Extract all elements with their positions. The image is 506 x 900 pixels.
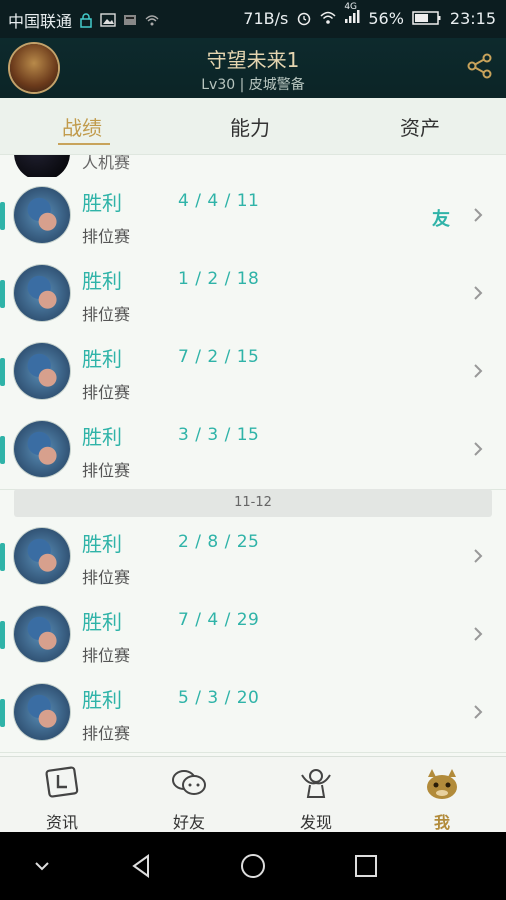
- tab-assets[interactable]: 资产: [400, 112, 440, 141]
- champion-avatar: [14, 606, 70, 662]
- nav-news[interactable]: 资讯: [22, 763, 102, 833]
- nav-me[interactable]: 我: [402, 763, 482, 833]
- news-icon: [45, 766, 79, 798]
- champion-avatar: [14, 187, 70, 243]
- champion-avatar: [14, 265, 70, 321]
- battery-percent: 56%: [368, 8, 404, 28]
- friend-badge: 友: [432, 209, 450, 230]
- profile-name: 守望未来1: [206, 48, 300, 72]
- match-result: 胜利: [82, 425, 122, 449]
- match-row[interactable]: 胜利 5 / 3 / 20 排位赛: [0, 674, 506, 753]
- net-speed: 71B/s: [243, 8, 289, 28]
- match-list[interactable]: 人机赛 胜利 4 / 4 / 11 排位赛 友 胜利 1 / 2 / 18 排位…: [0, 155, 506, 755]
- battery-icon: [412, 11, 441, 25]
- match-row[interactable]: 胜利 2 / 8 / 25 排位赛: [0, 518, 506, 597]
- profile-tabs: 战绩 能力 资产: [0, 98, 506, 155]
- home-icon[interactable]: [239, 852, 267, 880]
- match-mode: 排位赛: [82, 461, 131, 480]
- nav-discover[interactable]: 发现: [276, 763, 356, 833]
- profile-header: 守望未来1 Lv30 | 皮城警备: [0, 38, 506, 98]
- match-kda: 4 / 4 / 11: [178, 191, 260, 211]
- back-icon[interactable]: [128, 852, 156, 880]
- network-type: 4G: [344, 2, 358, 12]
- match-kda: 1 / 2 / 18: [178, 269, 260, 289]
- list-item-partial[interactable]: 人机赛: [0, 155, 506, 181]
- nav-discover-label: 发现: [299, 813, 332, 832]
- match-mode: 人机赛: [82, 155, 131, 172]
- bottom-navigation: 资讯 好友 发现 我: [0, 756, 506, 833]
- nav-news-label: 资讯: [45, 813, 78, 832]
- date-separator: 11-12: [14, 489, 492, 517]
- tab-ability[interactable]: 能力: [230, 112, 270, 141]
- match-result: 胜利: [82, 532, 122, 556]
- match-result: 胜利: [82, 688, 122, 712]
- chevron-right-icon: [474, 627, 483, 641]
- profile-level-rank: Lv30 | 皮城警备: [201, 77, 305, 93]
- champion-avatar: [14, 684, 70, 740]
- nav-friends-label: 好友: [172, 813, 205, 832]
- carrier-label: 中国联通: [8, 12, 73, 31]
- match-kda: 3 / 3 / 15: [178, 425, 260, 445]
- lock-icon: [80, 13, 92, 28]
- chevron-down-icon[interactable]: [32, 858, 52, 874]
- chevron-right-icon: [474, 364, 483, 378]
- app-icon: [124, 15, 137, 25]
- match-row[interactable]: 胜利 3 / 3 / 15 排位赛: [0, 411, 506, 490]
- match-row[interactable]: 胜利 7 / 4 / 29 排位赛: [0, 596, 506, 675]
- chevron-right-icon: [474, 549, 483, 563]
- chevron-right-icon: [474, 208, 483, 222]
- clock: 23:15: [449, 8, 496, 28]
- win-indicator: [0, 202, 5, 230]
- nav-friends[interactable]: 好友: [149, 763, 229, 833]
- system-navigation-bar: [0, 832, 506, 900]
- compass-mascot-icon: [301, 769, 331, 798]
- match-mode: 排位赛: [82, 568, 131, 587]
- chevron-right-icon: [474, 705, 483, 719]
- image-icon: [100, 13, 116, 27]
- match-result: 胜利: [82, 610, 122, 634]
- champion-avatar: [14, 343, 70, 399]
- match-row[interactable]: 胜利 7 / 2 / 15 排位赛: [0, 333, 506, 412]
- chat-bubbles-icon: [172, 770, 206, 795]
- match-result: 胜利: [82, 269, 122, 293]
- match-mode: 排位赛: [82, 227, 131, 246]
- match-mode: 排位赛: [82, 383, 131, 402]
- match-mode: 排位赛: [82, 646, 131, 665]
- status-bar: 中国联通 71B/s 4G 56% 23:15: [0, 0, 506, 38]
- match-mode: 排位赛: [82, 305, 131, 324]
- recent-apps-icon[interactable]: [352, 852, 380, 880]
- tab-record[interactable]: 战绩: [62, 112, 102, 141]
- match-mode: 排位赛: [82, 724, 131, 743]
- chevron-right-icon: [474, 286, 483, 300]
- active-tab-indicator: [58, 139, 110, 145]
- match-result: 胜利: [82, 191, 122, 215]
- win-indicator: [0, 280, 5, 308]
- match-result: 胜利: [82, 347, 122, 371]
- match-kda: 2 / 8 / 25: [178, 532, 260, 552]
- wifi-icon: [320, 11, 336, 24]
- alarm-icon: [298, 12, 311, 26]
- win-indicator: [0, 436, 5, 464]
- match-kda: 5 / 3 / 20: [178, 688, 260, 708]
- nav-me-label: 我: [433, 813, 450, 832]
- champion-avatar: [14, 421, 70, 477]
- match-kda: 7 / 2 / 15: [178, 347, 260, 367]
- share-icon[interactable]: [466, 52, 494, 80]
- wifi-hotspot-icon: [145, 15, 159, 26]
- win-indicator: [0, 543, 5, 571]
- win-indicator: [0, 699, 5, 727]
- match-row[interactable]: 胜利 4 / 4 / 11 排位赛 友: [0, 177, 506, 256]
- poro-icon: [427, 769, 457, 799]
- win-indicator: [0, 621, 5, 649]
- match-kda: 7 / 4 / 29: [178, 610, 260, 630]
- win-indicator: [0, 358, 5, 386]
- champion-avatar: [14, 528, 70, 584]
- chevron-right-icon: [474, 442, 483, 456]
- match-row[interactable]: 胜利 1 / 2 / 18 排位赛: [0, 255, 506, 334]
